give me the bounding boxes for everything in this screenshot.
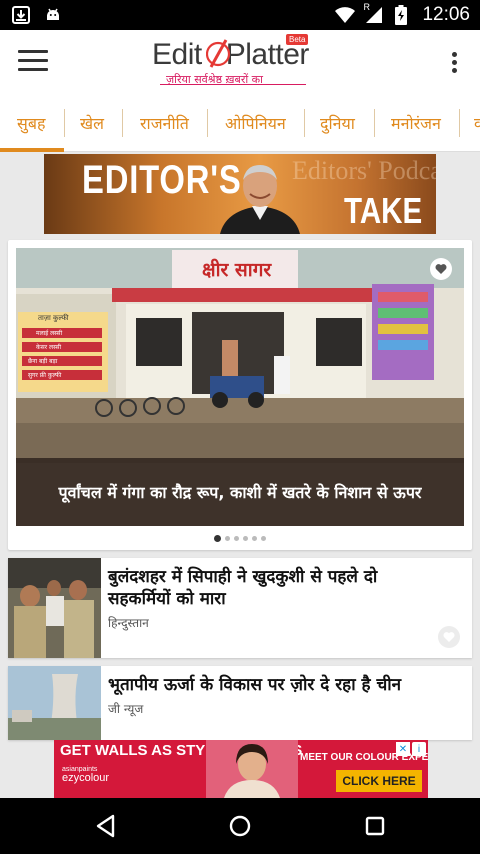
recents-icon[interactable] <box>361 812 389 840</box>
tab-divider <box>64 109 65 137</box>
side-sign-item: केसर लस्सी <box>36 344 62 351</box>
featured-caption: पूर्वांचल में गंगा का रौद्र रूप, काशी मे… <box>16 458 464 526</box>
status-time: 12:06 <box>422 4 470 25</box>
tab-divider <box>122 109 123 137</box>
tab-subah[interactable]: सुबह <box>17 94 45 151</box>
logo-text-left: Edit <box>152 38 202 71</box>
wifi-icon <box>334 4 356 26</box>
banner-faded-text: Editors' Podcast <box>292 156 436 185</box>
carousel-dot[interactable] <box>252 536 257 541</box>
tab-opinion[interactable]: ओपिनियन <box>225 94 286 151</box>
tab-divider <box>459 109 460 137</box>
news-source: जी न्यूज <box>108 702 144 716</box>
featured-story-card: क्षीर सागर ताज़ा कुल्फी मलाई लस्सी केसर … <box>8 240 472 550</box>
category-tabs: सुबह खेल राजनीति ओपिनियन दुनिया मनोरंजन … <box>0 94 480 152</box>
carousel-dot[interactable] <box>243 536 248 541</box>
news-title: बुलंदशहर में सिपाही ने खुदकुशी से पहले द… <box>108 567 378 609</box>
banner-title-right: TAKE <box>344 190 423 231</box>
news-list-item[interactable]: भूतापीय ऊर्जा के विकास पर ज़ोर दे रहा है… <box>8 666 472 740</box>
side-sign-item: छैना बड़ी बड़ा <box>28 358 58 365</box>
news-thumbnail <box>8 558 101 658</box>
battery-charging-icon <box>390 4 412 26</box>
news-source: हिन्दुस्तान <box>108 616 149 630</box>
signal-icon: R <box>362 2 384 26</box>
carousel-dot[interactable] <box>225 536 230 541</box>
app-logo[interactable]: Edit Platter Beta ज़रिया सर्वश्रेष्ठ ख़बर… <box>152 34 312 88</box>
favorite-heart-icon[interactable] <box>438 626 460 648</box>
news-title: भूतापीय ऊर्जा के विकास पर ज़ोर दे रहा है… <box>108 675 402 695</box>
system-nav-bar <box>0 798 480 854</box>
ad-click-here-button[interactable]: CLICK HERE <box>336 770 422 792</box>
favorite-heart-icon[interactable] <box>430 258 452 280</box>
news-list-item[interactable]: बुलंदशहर में सिपाही ने खुदकुशी से पहले द… <box>8 558 472 658</box>
ad-close-icon[interactable]: ✕ <box>396 742 410 756</box>
carousel-indicator <box>8 535 472 542</box>
side-sign-item: मलाई लस्सी <box>36 330 63 337</box>
tab-divider <box>207 109 208 137</box>
beta-badge: Beta <box>286 34 309 45</box>
tab-divider <box>374 109 375 137</box>
ad-model-image <box>206 740 298 798</box>
featured-story-image[interactable]: क्षीर सागर ताज़ा कुल्फी मलाई लस्सी केसर … <box>16 248 464 526</box>
news-thumbnail <box>8 666 101 740</box>
ad-banner[interactable]: GET WALLS AS STYLISH AS THIS MEET OUR CO… <box>54 740 428 798</box>
carousel-dot[interactable] <box>234 536 239 541</box>
shop-sign-text: क्षीर सागर <box>202 259 272 281</box>
side-sign-item: सुगर फ्री कुल्फी <box>28 372 62 379</box>
menu-icon[interactable] <box>18 50 48 74</box>
app-bar: Edit Platter Beta ज़रिया सर्वश्रेष्ठ ख़बर… <box>0 30 480 94</box>
ad-brand: ezycolour <box>62 772 110 784</box>
android-icon <box>42 4 64 26</box>
tab-divider <box>304 109 305 137</box>
carousel-dot[interactable] <box>261 536 266 541</box>
tab-manoranjan[interactable]: मनोरंजन <box>391 94 441 151</box>
tab-partial[interactable]: व <box>474 94 480 151</box>
back-icon[interactable] <box>92 812 120 840</box>
overflow-menu-icon[interactable] <box>452 52 460 74</box>
logo-slash-icon <box>206 39 231 68</box>
side-sign-header: ताज़ा कुल्फी <box>38 314 69 322</box>
editor-portrait <box>220 165 300 234</box>
ad-info-icon[interactable]: i <box>412 742 426 756</box>
logo-underline <box>160 84 306 85</box>
status-bar: R 12:06 <box>0 0 480 30</box>
tab-khel[interactable]: खेल <box>80 94 104 151</box>
tab-duniya[interactable]: दुनिया <box>320 94 355 151</box>
home-icon[interactable] <box>226 812 254 840</box>
active-tab-indicator <box>0 148 64 152</box>
carousel-dot[interactable] <box>214 535 221 542</box>
editors-take-banner[interactable]: Editors' Podcast EDITOR'S TAKE <box>44 154 436 234</box>
tab-rajneeti[interactable]: राजनीति <box>140 94 189 151</box>
signal-roaming-badge: R <box>363 2 370 12</box>
download-icon <box>10 4 32 26</box>
